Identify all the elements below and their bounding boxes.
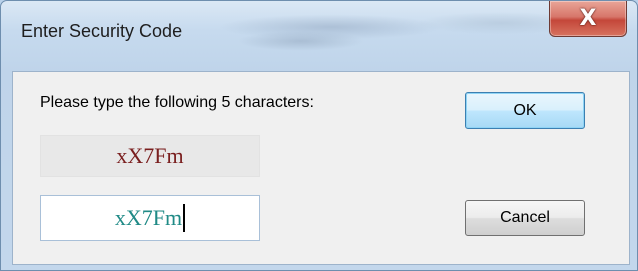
ok-button[interactable]: OK: [465, 92, 585, 129]
ok-button-label[interactable]: OK: [513, 102, 536, 120]
security-code-input-value[interactable]: xX7Fm: [115, 205, 182, 231]
window-title: Enter Security Code: [21, 21, 183, 41]
security-code-input[interactable]: xX7Fm: [40, 195, 260, 241]
dialog-body: Please type the following 5 characters: …: [12, 71, 630, 265]
cancel-button[interactable]: Cancel: [465, 200, 585, 236]
prompt-label: Please type the following 5 characters:: [40, 94, 314, 111]
text-caret: [183, 204, 186, 232]
security-code-display: xX7Fm: [40, 135, 260, 177]
close-icon[interactable]: X: [580, 7, 597, 30]
dialog-window: Enter Security Code X Please type the fo…: [0, 0, 638, 271]
security-code-text: xX7Fm: [116, 143, 184, 168]
close-button[interactable]: X: [549, 1, 627, 37]
cancel-button-label[interactable]: Cancel: [500, 209, 550, 227]
